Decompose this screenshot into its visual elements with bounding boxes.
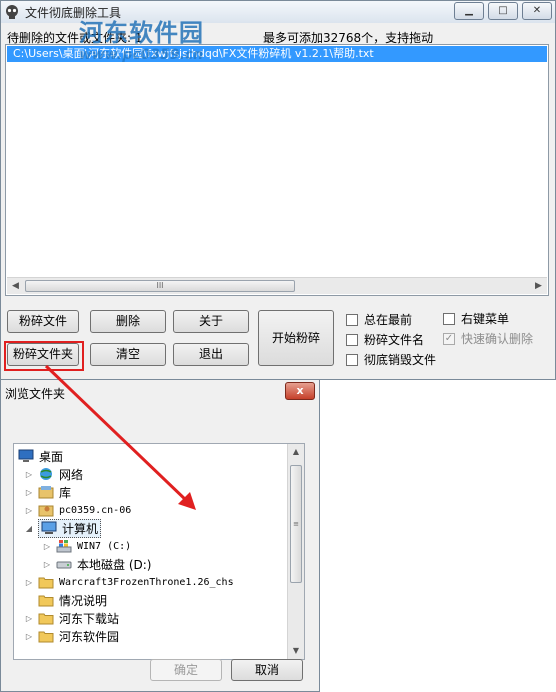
shred-filename-checkbox[interactable]: 粉碎文件名 [346, 331, 424, 348]
destroy-file-checkbox[interactable]: 彻底销毁文件 [346, 351, 436, 368]
tree-label: 本地磁盘 (D:) [77, 557, 152, 572]
close-icon: ✕ [532, 5, 542, 16]
tree-item-drive-c[interactable]: ▷ WIN7 (C:) [42, 537, 131, 555]
checkbox-label: 快速确认删除 [461, 332, 534, 346]
file-list[interactable]: C:\Users\桌面\河东软件园\fxwjfsjsjhdqd\FX文件粉碎机 … [5, 44, 549, 296]
tree-label: 河东软件园 [59, 629, 120, 644]
scroll-thumb[interactable]: ≡ [290, 465, 302, 583]
checkbox-box[interactable] [346, 313, 358, 326]
checkbox-label: 右键菜单 [461, 312, 510, 326]
about-button[interactable]: 关于 [173, 310, 249, 333]
tree-item-hedong-download[interactable]: ▷ 河东下载站 [24, 609, 119, 627]
delete-button[interactable]: 删除 [90, 310, 166, 333]
watermark-url: www.pc0359.cn [79, 47, 204, 63]
windows-drive-icon [56, 540, 72, 553]
expand-icon[interactable]: ▷ [24, 614, 34, 623]
tree-item-desktop[interactable]: 桌面 [18, 447, 63, 465]
folder-icon [38, 595, 54, 607]
watermark-text: 河东软件园 [79, 19, 204, 47]
tree-label: pc0359.cn-06 [59, 504, 132, 516]
exit-button[interactable]: 退出 [173, 343, 249, 366]
expand-icon[interactable]: ▷ [24, 632, 34, 641]
hard-drive-icon [56, 561, 72, 569]
scroll-thumb[interactable]: III [25, 280, 295, 292]
expand-icon[interactable]: ▷ [42, 560, 52, 569]
main-window: 文件彻底删除工具 ▁ □ ✕ 待删除的文件或文件夹: 1 最多可添加32768个… [0, 0, 556, 380]
tree-label: Warcraft3FrozenThrone1.26_chs [59, 576, 234, 588]
tree-item-network[interactable]: ▷ 网络 [24, 465, 83, 483]
folder-icon [38, 613, 54, 625]
tree-item-library[interactable]: ▷ 库 [24, 483, 71, 501]
dialog-close-button[interactable]: x [285, 382, 315, 400]
start-shred-button[interactable]: 开始粉碎 [258, 310, 334, 366]
quick-confirm-checkbox: ✓ 快速确认删除 [443, 330, 533, 347]
checkbox-label: 彻底销毁文件 [364, 353, 437, 367]
scroll-right-icon[interactable]: ▶ [530, 278, 547, 294]
scroll-up-icon[interactable]: ▲ [288, 444, 304, 460]
always-top-checkbox[interactable]: 总在最前 [346, 311, 412, 328]
dialog-title: 浏览文件夹 [5, 387, 66, 401]
checkbox-box[interactable] [443, 312, 455, 325]
scroll-down-icon[interactable]: ▼ [288, 643, 304, 659]
checkbox-box[interactable] [346, 333, 358, 346]
tree-label: 桌面 [39, 449, 64, 464]
folder-icon [38, 577, 54, 589]
expand-icon[interactable]: ▷ [42, 542, 52, 551]
folder-tree[interactable]: 桌面 ▷ 网络 ▷ 库 ▷ pc0359.cn-06 ◢ 计算机 ▷ WIN7 … [13, 443, 305, 660]
expand-icon[interactable]: ▷ [24, 506, 34, 515]
network-icon [40, 468, 52, 480]
folder-icon [38, 631, 54, 643]
maximize-icon: □ [498, 5, 508, 16]
tree-item-situation[interactable]: 情况说明 [38, 591, 107, 609]
shred-file-button[interactable]: 粉碎文件 [7, 310, 79, 333]
tree-label: WIN7 (C:) [77, 540, 132, 552]
scroll-left-icon[interactable]: ◀ [7, 278, 24, 294]
tree-item-hedong-soft[interactable]: ▷ 河东软件园 [24, 627, 119, 645]
context-menu-checkbox[interactable]: 右键菜单 [443, 310, 509, 327]
expand-icon[interactable]: ▷ [24, 488, 34, 497]
checkmark-icon: ✓ [443, 332, 455, 345]
ok-button[interactable]: 确定 [150, 659, 222, 681]
close-icon: x [296, 384, 304, 397]
library-icon [38, 486, 54, 499]
collapse-icon[interactable]: ◢ [24, 524, 34, 533]
tree-label: 情况说明 [59, 593, 108, 608]
scroll-grip-icon: ≡ [293, 520, 299, 528]
minimize-button[interactable]: ▁ [454, 2, 484, 20]
cancel-button[interactable]: 取消 [231, 659, 303, 681]
tree-label: 计算机 [62, 521, 99, 536]
selected-node[interactable]: 计算机 [38, 518, 102, 538]
tree-item-user[interactable]: ▷ pc0359.cn-06 [24, 501, 131, 519]
expand-icon[interactable]: ▷ [24, 470, 34, 479]
browse-folder-dialog: 浏览文件夹 x 桌面 ▷ 网络 ▷ 库 ▷ pc0359.cn-06 ◢ 计算机 [0, 380, 320, 692]
checkbox-label: 总在最前 [364, 313, 413, 327]
minimize-icon: ▁ [465, 5, 473, 16]
tree-label: 河东下载站 [59, 611, 120, 626]
computer-icon [41, 521, 57, 534]
user-folder-icon [38, 505, 54, 517]
desktop-icon [18, 449, 34, 462]
vertical-scrollbar[interactable]: ▲ ≡ ▼ [287, 444, 304, 659]
checkbox-label: 粉碎文件名 [364, 333, 425, 347]
tree-item-computer[interactable]: ◢ 计算机 [24, 518, 102, 538]
tree-item-warcraft[interactable]: ▷ Warcraft3FrozenThrone1.26_chs [24, 573, 234, 591]
tree-label: 库 [59, 485, 72, 500]
close-button[interactable]: ✕ [522, 2, 552, 20]
highlight-box [4, 341, 84, 371]
checkbox-box[interactable] [346, 353, 358, 366]
horizontal-scrollbar[interactable]: ◀ III ▶ [7, 277, 547, 294]
tree-item-drive-d[interactable]: ▷ 本地磁盘 (D:) [42, 555, 152, 573]
expand-icon[interactable]: ▷ [24, 578, 34, 587]
skull-icon [6, 5, 18, 19]
clear-button[interactable]: 清空 [90, 343, 166, 366]
maximize-button[interactable]: □ [488, 2, 518, 20]
tree-label: 网络 [59, 467, 84, 482]
